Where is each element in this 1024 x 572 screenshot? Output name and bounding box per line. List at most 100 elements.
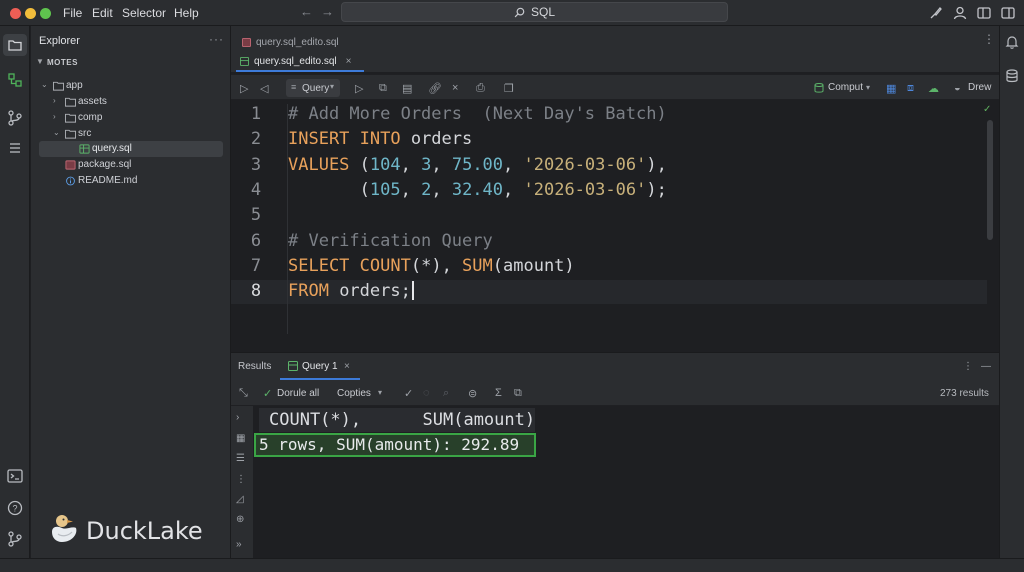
tab-query-1[interactable]: Query 1 bbox=[302, 361, 338, 372]
chart-icon[interactable]: ◿ bbox=[236, 494, 244, 505]
list-icon[interactable] bbox=[5, 138, 25, 158]
close-tab-icon[interactable]: × bbox=[346, 56, 352, 67]
tree-item-assets[interactable]: › assets bbox=[31, 94, 231, 110]
compute-icon bbox=[814, 83, 824, 93]
chevron-right-icon[interactable]: › bbox=[236, 412, 239, 423]
double-all-button[interactable]: Dorule all bbox=[277, 388, 319, 399]
tab-query-sql-edito-active[interactable]: query.sql_edito.sql × bbox=[240, 53, 352, 69]
back-arrow-icon[interactable]: ← bbox=[300, 4, 313, 19]
play-icon[interactable]: ▷ bbox=[355, 82, 363, 95]
user-name[interactable]: Drew bbox=[968, 82, 991, 93]
forward-arrow-icon[interactable]: → bbox=[321, 4, 334, 19]
account-icon[interactable] bbox=[952, 5, 968, 21]
punct-token: ( bbox=[288, 180, 370, 200]
minimize-window-button[interactable] bbox=[25, 8, 36, 19]
globe-icon[interactable]: ⊕ bbox=[236, 514, 244, 525]
tabs-more-icon[interactable]: ⋮ bbox=[983, 32, 995, 46]
search-results-icon[interactable]: ⌕ bbox=[443, 387, 449, 400]
cloud-sync-icon[interactable]: ☁ bbox=[928, 82, 939, 95]
chevron-down-icon[interactable]: ▾ bbox=[866, 83, 870, 92]
expand-icon[interactable]: » bbox=[236, 539, 242, 550]
minimize-panel-icon[interactable]: — bbox=[981, 361, 991, 372]
query-mode-label: Query bbox=[302, 83, 330, 94]
tree-item-app[interactable]: ⌄ app bbox=[31, 78, 231, 94]
explain-icon[interactable]: ⧉ bbox=[379, 82, 387, 95]
toggle-sidebar-icon[interactable] bbox=[976, 5, 992, 21]
compute-dropdown[interactable]: Comput bbox=[828, 82, 863, 93]
menu-file[interactable]: File bbox=[63, 6, 82, 20]
layout-icon[interactable] bbox=[1000, 5, 1016, 21]
results-title[interactable]: Results bbox=[238, 361, 271, 372]
menu-help[interactable]: Help bbox=[174, 6, 199, 20]
command-search-box[interactable]: SQL bbox=[341, 2, 728, 22]
copies-dropdown[interactable]: Copties bbox=[337, 388, 371, 399]
tree-item-src[interactable]: ⌄ src bbox=[31, 126, 231, 142]
pin-icon[interactable]: ⤡ bbox=[239, 387, 248, 400]
clear-icon[interactable]: × bbox=[452, 82, 458, 94]
filter-icon[interactable]: ⊜ bbox=[468, 387, 477, 400]
branch-icon[interactable] bbox=[5, 108, 25, 128]
editor-toolbar: ▷ ◁ Query ≡ ▾ ▷ ⧉ ▤ 🔗︎ × ⎙ ❐ Comput ▾ ▦ … bbox=[231, 74, 999, 100]
punct-token: ), bbox=[646, 155, 667, 175]
function-token: COUNT bbox=[359, 256, 411, 276]
menu-edit[interactable]: Edit bbox=[92, 6, 113, 20]
menu-selector[interactable]: Selector bbox=[122, 6, 166, 20]
bell-icon[interactable] bbox=[1004, 34, 1020, 50]
files-icon[interactable] bbox=[5, 35, 25, 55]
function-token: SUM bbox=[462, 256, 493, 276]
run-previous-icon[interactable]: ◁ bbox=[260, 82, 268, 95]
tab-query-sql-edito[interactable]: query.sql_edito.sql bbox=[242, 34, 339, 50]
source-control-icon[interactable] bbox=[5, 70, 25, 90]
link-icon[interactable]: 🔗︎ bbox=[428, 82, 442, 95]
tree-item-package-sql[interactable]: package.sql bbox=[31, 157, 231, 173]
copy-icon[interactable]: ❐ bbox=[504, 82, 514, 95]
search-text: SQL bbox=[530, 5, 555, 19]
tree-item-comp[interactable]: › comp bbox=[31, 110, 231, 126]
search-icon bbox=[514, 7, 525, 17]
code-editor[interactable]: 1 2 3 4 5 6 7 8 # Add More Orders (Next … bbox=[231, 100, 999, 352]
close-window-button[interactable] bbox=[10, 8, 21, 19]
grid-view-icon[interactable]: ▦ bbox=[886, 82, 896, 95]
terminal-icon[interactable] bbox=[5, 466, 25, 486]
punct-token: ); bbox=[646, 180, 667, 200]
chevron-down-icon[interactable]: ▼ bbox=[36, 57, 44, 66]
confirm-icon[interactable]: ✓ bbox=[404, 387, 413, 400]
result-row-highlighted[interactable]: 5 rows, SUM(amount): 292.89 bbox=[254, 433, 536, 457]
explorer-section-title[interactable]: MOTES bbox=[47, 58, 78, 67]
tree-item-label: README.md bbox=[78, 175, 138, 186]
number-token: 2 bbox=[421, 180, 432, 200]
maximize-window-button[interactable] bbox=[40, 8, 51, 19]
right-sidebar bbox=[999, 26, 1024, 558]
editor-scrollbar[interactable] bbox=[987, 120, 993, 240]
table-icon[interactable]: ▦ bbox=[236, 433, 245, 444]
svg-text:?: ? bbox=[12, 504, 17, 514]
number-token: 104 bbox=[369, 155, 401, 175]
close-tab-icon[interactable]: × bbox=[344, 361, 350, 372]
print-icon[interactable]: ⎙ bbox=[476, 82, 485, 95]
explorer-more-icon[interactable]: ··· bbox=[209, 32, 224, 46]
punct-token bbox=[349, 256, 359, 276]
help-icon[interactable]: ? bbox=[5, 498, 25, 518]
more-vertical-icon[interactable]: ⋮ bbox=[236, 474, 246, 485]
export-icon[interactable]: ⧉ bbox=[514, 387, 522, 400]
tree-item-query-sql[interactable]: query.sql bbox=[39, 141, 223, 157]
line-number: 1 bbox=[250, 104, 262, 124]
tab-label: query.sql_edito.sql bbox=[256, 36, 339, 48]
chevron-down-icon: ▾ bbox=[330, 82, 335, 91]
brush-icon[interactable] bbox=[928, 5, 944, 21]
query-mode-dropdown[interactable]: Query ≡ ▾ bbox=[286, 79, 340, 97]
database-icon[interactable] bbox=[1004, 68, 1020, 84]
share-icon[interactable]: ⧈ bbox=[907, 82, 914, 95]
disabled-action-icon[interactable]: ◌ bbox=[423, 387, 430, 399]
tree-item-readme[interactable]: README.md bbox=[31, 173, 231, 189]
run-icon[interactable]: ▷ bbox=[240, 82, 248, 95]
code-line-8: FROM orders; bbox=[288, 281, 414, 301]
git-graph-icon[interactable] bbox=[5, 529, 25, 549]
more-icon[interactable]: ⋮ bbox=[963, 361, 973, 372]
text-view-icon[interactable]: ☰ bbox=[236, 453, 245, 464]
line-number: 2 bbox=[250, 129, 262, 149]
sum-icon[interactable]: Σ bbox=[495, 387, 502, 399]
bookmark-icon[interactable]: ▤ bbox=[402, 82, 412, 95]
chevron-down-icon[interactable]: ▾ bbox=[378, 388, 382, 397]
punct-token: , bbox=[400, 155, 422, 175]
